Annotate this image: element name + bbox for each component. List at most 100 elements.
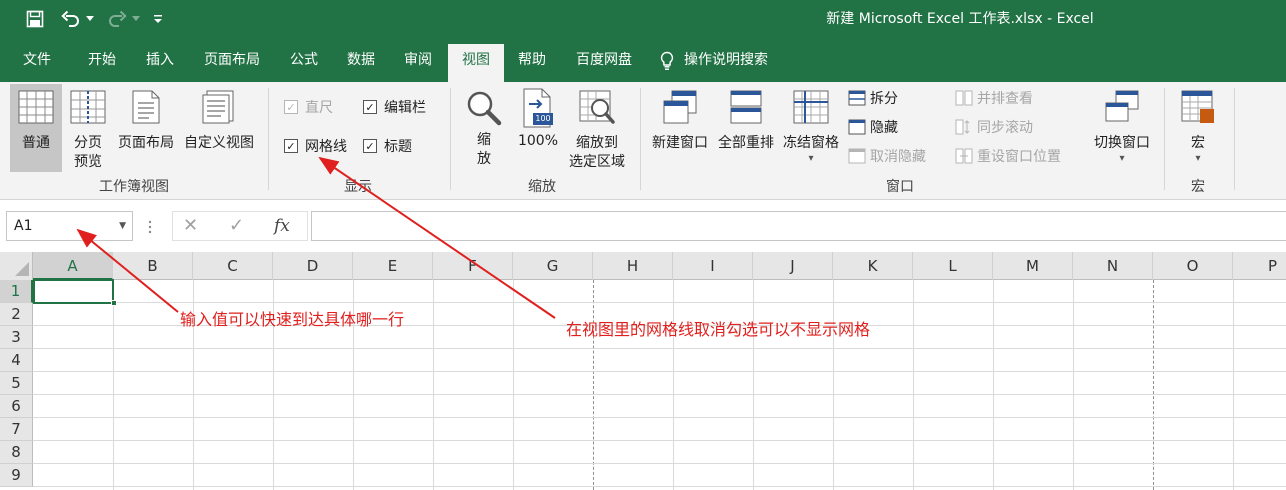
reset-window-position-button[interactable]: 重设窗口位置 [955, 144, 1061, 168]
grid-line [753, 280, 754, 490]
custom-views-button[interactable]: 自定义视图 [180, 84, 258, 172]
split-label: 拆分 [870, 91, 898, 107]
row-header-8[interactable]: 8 [0, 441, 33, 464]
redo-icon[interactable] [104, 0, 130, 38]
headings-checkbox[interactable]: ✓ 标题 [363, 135, 412, 157]
tab-view[interactable]: 视图 [448, 44, 504, 82]
page-break-line [593, 280, 594, 490]
enter-icon[interactable]: ✓ [229, 212, 244, 240]
row-header-9[interactable]: 9 [0, 464, 33, 487]
column-header-m[interactable]: M [993, 252, 1073, 280]
selected-cell-a1[interactable] [33, 279, 114, 304]
column-header-d[interactable]: D [273, 252, 353, 280]
column-header-b[interactable]: B [113, 252, 193, 280]
tab-baidu-netdisk[interactable]: 百度网盘 [566, 44, 642, 82]
grid-line [513, 280, 514, 490]
column-header-o[interactable]: O [1153, 252, 1233, 280]
column-header-p[interactable]: P [1233, 252, 1286, 280]
normal-view-button[interactable]: 普通 [10, 84, 62, 172]
zoom-100-button[interactable]: 100 100% [512, 84, 564, 172]
synchronous-scrolling-button[interactable]: 同步滚动 [955, 115, 1033, 139]
formula-input[interactable] [311, 211, 1286, 241]
show-group-label: 显示 [344, 179, 372, 195]
zoom-label-2: 放 [477, 151, 491, 167]
sync-scroll-label: 同步滚动 [977, 120, 1033, 136]
column-header-l[interactable]: L [913, 252, 993, 280]
undo-dropdown-icon[interactable] [84, 0, 96, 38]
freeze-panes-button[interactable]: 冻结窗格 ▾ [780, 84, 842, 172]
column-header-i[interactable]: I [673, 252, 753, 280]
formula-bar-checkbox[interactable]: ✓ 编辑栏 [363, 96, 426, 118]
arrange-all-button[interactable]: 全部重排 [714, 84, 778, 172]
tab-insert[interactable]: 插入 [133, 44, 187, 82]
customize-icon[interactable] [150, 0, 166, 38]
formula-buttons: ✕ ✓ fx [172, 211, 308, 241]
zoom-button[interactable]: 缩 放 [460, 84, 508, 172]
name-box[interactable]: A1 ▼ [6, 211, 133, 241]
row-header-3[interactable]: 3 [0, 326, 33, 349]
new-window-button[interactable]: 新建窗口 [648, 84, 712, 172]
column-header-g[interactable]: G [513, 252, 593, 280]
name-box-dropdown-icon[interactable]: ▼ [119, 212, 126, 240]
column-header-e[interactable]: E [353, 252, 433, 280]
unhide-window-label: 取消隐藏 [870, 149, 926, 165]
tab-page-layout[interactable]: 页面布局 [194, 44, 270, 82]
normal-view-icon [18, 90, 54, 128]
switch-windows-button[interactable]: 切换窗口 ▾ [1088, 84, 1156, 172]
side-by-side-label: 并排查看 [977, 91, 1033, 107]
ruler-check-box: ✓ [284, 100, 298, 114]
macros-button[interactable]: 宏 ▾ [1172, 84, 1224, 172]
column-header-a[interactable]: A [33, 252, 113, 280]
cancel-icon[interactable]: ✕ [183, 212, 198, 240]
side-by-side-icon [955, 90, 973, 106]
grid-line [113, 280, 114, 490]
column-header-n[interactable]: N [1073, 252, 1153, 280]
worksheet-grid[interactable]: ABCDEFGHIJKLMNOP 123456789 [0, 252, 1286, 490]
split-button[interactable]: 拆分 [848, 86, 898, 110]
redo-dropdown-icon[interactable] [130, 0, 142, 38]
select-all-button[interactable] [0, 252, 33, 280]
tab-home[interactable]: 开始 [75, 44, 129, 82]
group-divider [640, 88, 641, 190]
tell-me-search[interactable]: 操作说明搜索 [660, 44, 796, 82]
tab-formulas[interactable]: 公式 [277, 44, 331, 82]
unhide-window-button[interactable]: 取消隐藏 [848, 144, 926, 168]
grid-line [33, 417, 1286, 418]
zoom-100-icon: 100 [521, 88, 555, 132]
tab-file[interactable]: 文件 [10, 44, 64, 82]
save-icon[interactable] [22, 0, 48, 38]
headings-check-box: ✓ [363, 139, 377, 153]
column-header-c[interactable]: C [193, 252, 273, 280]
row-header-1[interactable]: 1 [0, 280, 33, 303]
tab-review[interactable]: 审阅 [391, 44, 445, 82]
ruler-checkbox[interactable]: ✓ 直尺 [284, 96, 333, 118]
row-header-4[interactable]: 4 [0, 349, 33, 372]
zoom-to-selection-button[interactable]: 缩放到 选定区域 [564, 84, 630, 172]
insert-function-icon[interactable]: fx [274, 212, 290, 240]
row-header-5[interactable]: 5 [0, 372, 33, 395]
column-header-f[interactable]: F [433, 252, 513, 280]
gridlines-checkbox[interactable]: ✓ 网格线 [284, 135, 347, 157]
workbook-views-group-label: 工作簿视图 [99, 179, 169, 195]
formula-bar-grip-icon[interactable] [148, 219, 152, 234]
new-window-label: 新建窗口 [652, 135, 708, 151]
page-layout-view-button[interactable]: 页面布局 [114, 84, 178, 172]
undo-icon[interactable] [58, 0, 84, 38]
view-side-by-side-button[interactable]: 并排查看 [955, 86, 1033, 110]
tab-help[interactable]: 帮助 [505, 44, 559, 82]
hide-window-button[interactable]: 隐藏 [848, 115, 898, 139]
fill-handle[interactable] [111, 300, 117, 306]
tab-data[interactable]: 数据 [334, 44, 388, 82]
column-header-h[interactable]: H [593, 252, 673, 280]
column-header-k[interactable]: K [833, 252, 913, 280]
gridlines-label: 网格线 [305, 139, 347, 155]
excel-window: 新建 Microsoft Excel 工作表.xlsx - Excel 文件 开… [0, 0, 1286, 490]
row-header-7[interactable]: 7 [0, 418, 33, 441]
row-header-2[interactable]: 2 [0, 303, 33, 326]
group-divider [1164, 88, 1165, 190]
grid-line [33, 348, 1286, 349]
column-header-j[interactable]: J [753, 252, 833, 280]
unhide-window-icon [848, 148, 866, 164]
page-break-preview-button[interactable]: 分页 预览 [66, 84, 110, 172]
row-header-6[interactable]: 6 [0, 395, 33, 418]
